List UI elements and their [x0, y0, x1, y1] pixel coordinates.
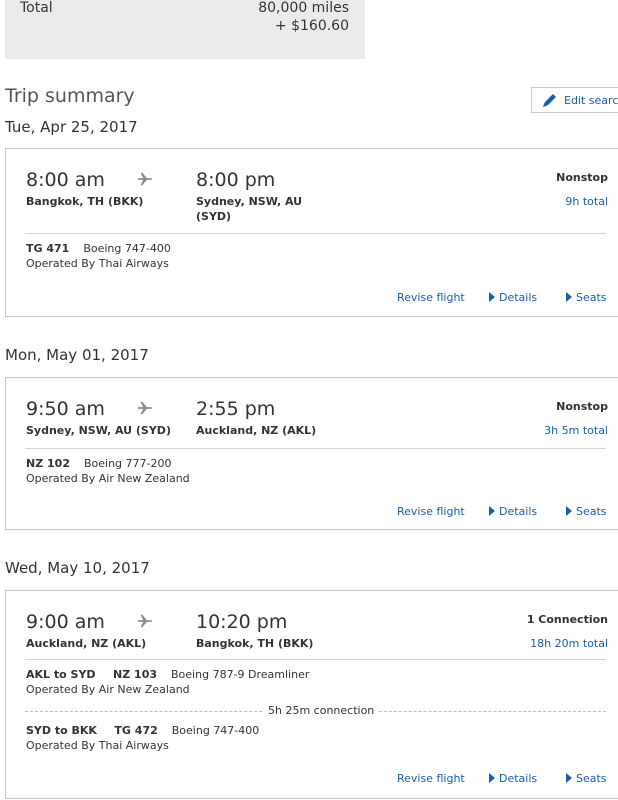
triangle-right-icon [566, 506, 572, 516]
destination-line1: Sydney, NSW, AU [196, 195, 303, 208]
seats-label: Seats [576, 772, 607, 785]
leg-1-operated-by: Operated By Air New Zealand [26, 683, 190, 696]
stops-label: Nonstop [556, 400, 608, 413]
revise-flight-link[interactable]: Revise flight [397, 291, 465, 304]
depart-time: 8:00 am [26, 169, 105, 191]
segment-2-date: Mon, May 01, 2017 [5, 346, 149, 364]
arrive-time: 8:00 pm [196, 169, 276, 191]
pencil-icon [543, 94, 556, 107]
seats-link[interactable]: Seats [566, 772, 607, 785]
flight-number: NZ 102 [26, 457, 70, 470]
aircraft: Boeing 777-200 [83, 457, 172, 470]
plane-icon [137, 401, 153, 415]
leg-2-flight-info: SYD to BKK TG 472 Boeing 747-400 [26, 724, 259, 737]
segment-3-date: Wed, May 10, 2017 [5, 559, 150, 577]
flight-info: TG 471 Boeing 747-400 [26, 242, 171, 255]
leg-route: SYD to BKK [26, 724, 97, 737]
trip-summary-title: Trip summary [5, 85, 135, 107]
destination: Auckland, NZ (AKL) [196, 424, 317, 437]
operated-by: Operated By Air New Zealand [26, 472, 190, 485]
details-label: Details [499, 505, 538, 518]
triangle-right-icon [566, 292, 572, 302]
triangle-right-icon [566, 773, 572, 783]
divider [25, 448, 606, 449]
flight-number: TG 472 [114, 724, 158, 737]
revise-flight-link[interactable]: Revise flight [397, 772, 465, 785]
depart-time: 9:00 am [26, 611, 105, 633]
seats-link[interactable]: Seats [566, 505, 607, 518]
triangle-right-icon [489, 506, 495, 516]
seats-label: Seats [576, 505, 607, 518]
aircraft: Boeing 747-400 [171, 724, 260, 737]
segment-1-date: Tue, Apr 25, 2017 [5, 118, 138, 136]
seats-label: Seats [576, 291, 607, 304]
divider [25, 659, 606, 660]
origin: Auckland, NZ (AKL) [26, 637, 147, 650]
flight-number: TG 471 [26, 242, 70, 255]
origin: Sydney, NSW, AU (SYD) [26, 424, 171, 437]
leg-1-flight-info: AKL to SYD NZ 103 Boeing 787-9 Dreamline… [26, 668, 309, 681]
details-link[interactable]: Details [489, 291, 537, 304]
edit-search-button[interactable]: Edit search [531, 87, 618, 113]
revise-flight-link[interactable]: Revise flight [397, 505, 465, 518]
connection-time: 5h 25m connection [264, 704, 379, 717]
edit-search-label: Edit search [564, 93, 618, 107]
total-miles: 80,000 miles [258, 0, 349, 16]
details-label: Details [499, 291, 538, 304]
leg-route: AKL to SYD [26, 668, 96, 681]
flight-info: NZ 102 Boeing 777-200 [26, 457, 172, 470]
details-link[interactable]: Details [489, 505, 537, 518]
arrive-time: 10:20 pm [196, 611, 288, 633]
seats-link[interactable]: Seats [566, 291, 607, 304]
stops-label: 1 Connection [526, 613, 608, 626]
operated-by: Operated By Thai Airways [26, 257, 169, 270]
details-label: Details [499, 772, 538, 785]
destination: Bangkok, TH (BKK) [196, 637, 314, 650]
segment-3-card: 9:00 am 10:20 pm Auckland, NZ (AKL) Bang… [5, 590, 618, 799]
triangle-right-icon [489, 773, 495, 783]
segment-1-card: 8:00 am 8:00 pm Bangkok, TH (BKK) Sydney… [5, 148, 618, 317]
aircraft: Boeing 747-400 [83, 242, 171, 255]
triangle-right-icon [489, 292, 495, 302]
origin: Bangkok, TH (BKK) [26, 195, 144, 208]
duration-label: 18h 20m total [530, 637, 608, 650]
stops-label: Nonstop [556, 171, 608, 184]
details-link[interactable]: Details [489, 772, 537, 785]
leg-2-operated-by: Operated By Thai Airways [26, 739, 169, 752]
plane-icon [137, 614, 153, 628]
destination-line2: (SYD) [196, 210, 232, 223]
plane-icon [137, 172, 153, 186]
aircraft: Boeing 787-9 Dreamliner [171, 668, 310, 681]
fare-total-box: Total 80,000 miles + $160.60 [5, 0, 365, 59]
duration-label: 3h 5m total [544, 424, 608, 437]
total-label: Total [20, 0, 53, 16]
total-cash: + $160.60 [274, 18, 349, 34]
segment-2-card: 9:50 am 2:55 pm Sydney, NSW, AU (SYD) Au… [5, 377, 618, 530]
depart-time: 9:50 am [26, 398, 105, 420]
divider [25, 233, 606, 234]
flight-number: NZ 103 [113, 668, 158, 681]
arrive-time: 2:55 pm [196, 398, 276, 420]
duration-label: 9h total [565, 195, 608, 208]
